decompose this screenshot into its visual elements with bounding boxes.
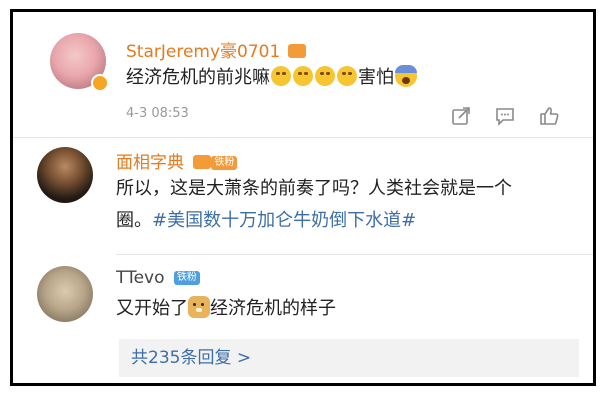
username[interactable]: TTevo 铁粉 (116, 268, 200, 288)
username-text[interactable]: StarJeremy豪0701 (126, 42, 280, 62)
username[interactable]: StarJeremy豪0701 (126, 37, 306, 62)
view-replies-link[interactable]: 共235条回复 > (119, 339, 579, 377)
cry-laugh-emoji-icon (293, 66, 313, 86)
verified-badge-icon (91, 74, 109, 92)
fan-badge: 铁粉 (211, 156, 238, 170)
divider (13, 137, 593, 138)
share-icon[interactable] (450, 105, 472, 127)
comment-line: 所以，这是大萧条的前奏了吗？人类社会就是一个 (116, 178, 512, 199)
comment-text-part: 圈。 (116, 210, 152, 231)
divider (116, 254, 593, 255)
avatar[interactable] (37, 147, 93, 203)
scared-emoji-icon (395, 65, 417, 87)
comment-line: 圈。#美国数十万加仑牛奶倒下水道# (116, 205, 586, 237)
cry-laugh-emoji-icon (337, 66, 357, 86)
comment-text-suffix: 经济危机的样子 (210, 298, 336, 319)
timestamp: 4-3 08:53 (126, 106, 189, 121)
cry-laugh-emoji-icon (271, 66, 291, 86)
comment-text: 经济危机的前兆嘛 害怕 (126, 62, 417, 94)
username-text[interactable]: TTevo (116, 268, 165, 288)
comment-panel: StarJeremy豪0701 经济危机的前兆嘛 害怕 4-3 08:53 面相字… (10, 9, 596, 386)
username-text[interactable]: 面相字典 (116, 153, 184, 173)
comment-text: 又开始了 经济危机的样子 (116, 293, 336, 325)
doge-emoji-icon (188, 296, 210, 318)
hashtag-link[interactable]: #美国数十万加仑牛奶倒下水道# (152, 210, 416, 231)
fan-badge: 铁粉 (173, 271, 200, 285)
crown-badge-icon (287, 44, 306, 58)
comment-text: 所以，这是大萧条的前奏了吗？人类社会就是一个 圈。#美国数十万加仑牛奶倒下水道# (116, 173, 586, 237)
avatar[interactable] (37, 266, 93, 322)
comment-text-suffix: 害怕 (358, 67, 394, 88)
cry-laugh-emoji-icon (315, 66, 335, 86)
like-icon[interactable] (538, 105, 560, 127)
comment-text-prefix: 经济危机的前兆嘛 (126, 67, 270, 88)
username[interactable]: 面相字典 铁粉 (116, 148, 238, 173)
comment-text-prefix: 又开始了 (116, 298, 188, 319)
crown-badge-icon (193, 155, 212, 169)
comment-icon[interactable] (494, 105, 516, 127)
